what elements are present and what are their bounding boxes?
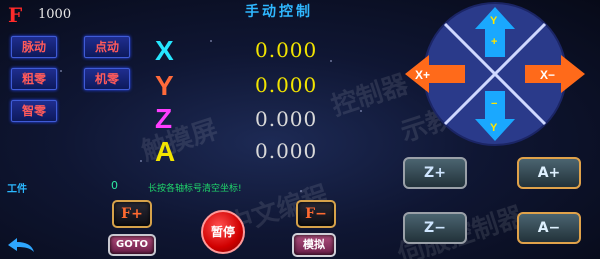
x-minus-label: X− bbox=[540, 68, 555, 82]
mode-jog-button[interactable]: 点动 bbox=[84, 36, 130, 58]
watermark-text: 触摸屏 bbox=[138, 114, 222, 168]
star-decoration bbox=[210, 40, 212, 42]
axis-value-z: 0.000 bbox=[255, 107, 318, 131]
simulate-button[interactable]: 模拟 bbox=[292, 233, 336, 257]
page-title: 手动控制 bbox=[245, 4, 313, 20]
mode-machine-zero-button[interactable]: 机零 bbox=[84, 68, 130, 90]
axis-label-z[interactable]: Z bbox=[155, 103, 172, 135]
goto-button[interactable]: GOTO bbox=[108, 234, 156, 256]
workpiece-label: 工件 bbox=[7, 184, 27, 195]
a-minus-button[interactable]: A− bbox=[517, 212, 581, 244]
feed-increase-button[interactable]: F+ bbox=[112, 200, 152, 228]
manual-control-screen: 触摸屏 中文编程 控制器 示教 伺服控制器 F 1000 手动控制 脉动 点动 … bbox=[0, 0, 600, 259]
feed-decrease-button[interactable]: F− bbox=[296, 200, 336, 228]
mode-coarse-zero-button[interactable]: 粗零 bbox=[11, 68, 57, 90]
xy-jog-pad: Y + − Y X+ X− bbox=[405, 2, 585, 146]
axis-value-y: 0.000 bbox=[255, 73, 318, 97]
star-decoration bbox=[330, 60, 332, 62]
z-minus-button[interactable]: Z− bbox=[403, 212, 467, 244]
a-plus-button[interactable]: A+ bbox=[517, 157, 581, 189]
axis-value-x: 0.000 bbox=[255, 38, 318, 62]
x-plus-label: X+ bbox=[415, 68, 430, 82]
hint-text: 长按各轴标号清空坐标! bbox=[148, 184, 242, 194]
axis-label-y[interactable]: Y bbox=[155, 70, 174, 102]
mode-pulse-button[interactable]: 脉动 bbox=[11, 36, 57, 58]
feed-label: F bbox=[8, 3, 23, 27]
pause-button[interactable]: 暂停 bbox=[201, 210, 245, 254]
axis-label-a[interactable]: A bbox=[155, 136, 175, 168]
axis-value-a: 0.000 bbox=[255, 139, 318, 163]
workpiece-value: 0 bbox=[111, 179, 118, 192]
axis-label-x[interactable]: X bbox=[155, 35, 174, 67]
mode-smart-zero-button[interactable]: 智零 bbox=[11, 100, 57, 122]
feed-value: 1000 bbox=[38, 7, 72, 22]
star-decoration bbox=[140, 160, 142, 162]
back-arrow-icon[interactable] bbox=[6, 236, 36, 254]
star-decoration bbox=[60, 70, 62, 72]
z-plus-button[interactable]: Z+ bbox=[403, 157, 467, 189]
